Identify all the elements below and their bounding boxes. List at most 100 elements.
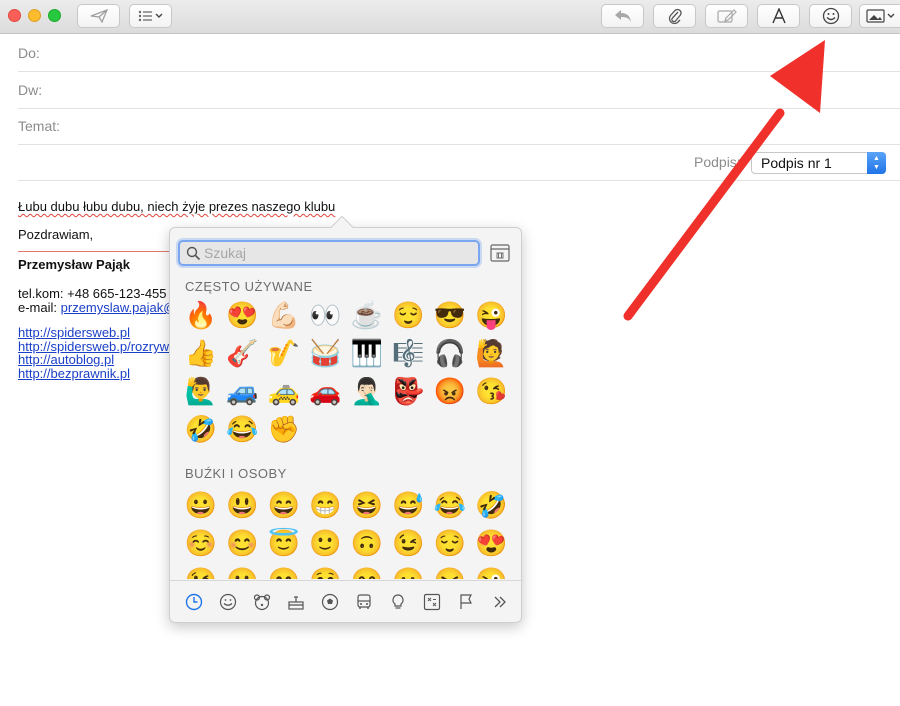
soccer-ball-icon [321, 593, 339, 611]
more-categories-button[interactable] [488, 590, 512, 614]
category-symbols[interactable] [420, 590, 444, 614]
people-emoji[interactable]: 😙 [263, 562, 305, 579]
people-emoji-grid: 😀😃😄😁😆😅😂🤣 ☺️😊😇🙂🙃😉😌😍 😘😗😙😚😋😛😝😜 [180, 486, 512, 579]
frequent-emoji[interactable]: 🔥 [180, 296, 222, 334]
frequent-emoji[interactable]: ☕ [346, 296, 388, 334]
photo-icon [866, 9, 895, 23]
markup-button[interactable] [705, 4, 748, 28]
emoji-button[interactable] [809, 4, 852, 28]
font-button[interactable] [757, 4, 800, 28]
close-window-button[interactable] [8, 9, 21, 22]
reply-button[interactable] [601, 4, 644, 28]
frequent-emoji[interactable]: 🙋 [471, 334, 513, 372]
category-recent[interactable] [182, 590, 206, 614]
people-emoji[interactable]: 😌 [429, 524, 471, 562]
zoom-window-button[interactable] [48, 9, 61, 22]
people-emoji[interactable]: 😍 [471, 524, 513, 562]
frequent-emoji[interactable]: 🚗 [305, 372, 347, 410]
category-activity[interactable] [318, 590, 342, 614]
people-emoji[interactable]: 😗 [222, 562, 264, 579]
frequent-emoji[interactable]: 🤣 [180, 410, 222, 448]
paper-plane-icon [90, 9, 108, 23]
email-link[interactable]: przemyslaw.pajak@g [61, 300, 184, 315]
category-smileys[interactable] [216, 590, 240, 614]
character-viewer-icon[interactable] [490, 244, 510, 262]
body-text-line[interactable]: Łubu dubu łubu dubu, niech żyje prezes n… [18, 199, 335, 214]
phone-text: tel.kom: +48 665-123-455 [18, 286, 167, 301]
cake-icon [288, 596, 304, 610]
emoji-search-input[interactable] [204, 244, 474, 262]
frequent-emoji[interactable]: 🎹 [346, 334, 388, 372]
markup-pen-icon [716, 9, 737, 23]
frequent-emoji[interactable]: 👀 [305, 296, 347, 334]
frequent-emoji[interactable]: 💪🏻 [263, 296, 305, 334]
frequent-emoji[interactable]: 🤦🏻‍♂️ [346, 372, 388, 410]
people-emoji[interactable]: 😉 [388, 524, 430, 562]
frequent-emoji[interactable]: 😍 [222, 296, 264, 334]
frequent-emoji-grid: 🔥 😍 💪🏻 👀 ☕ 😌 😎 😜 👍 🎸 🎷 🥁 🎹 🎼 🎧 🙋 🙋‍♂️ 🚙 🚕 🚗 🤦🏻‍♂️ 👺 😡 😘 🤣 😂 ✊ [180, 296, 512, 448]
people-emoji[interactable]: 😆 [346, 486, 388, 524]
link-spidersweb[interactable]: http://spidersweb.pl [18, 325, 130, 340]
frequent-emoji[interactable]: 🎷 [263, 334, 305, 372]
people-emoji[interactable]: 😃 [222, 486, 264, 524]
people-emoji[interactable]: ☺️ [180, 524, 222, 562]
frequent-emoji[interactable]: 🚙 [222, 372, 264, 410]
link-autoblog[interactable]: http://autoblog.pl [18, 352, 114, 367]
minimize-window-button[interactable] [28, 9, 41, 22]
frequent-emoji[interactable]: 👍 [180, 334, 222, 372]
frequent-emoji[interactable]: 😜 [471, 296, 513, 334]
frequent-emoji[interactable]: 👺 [388, 372, 430, 410]
lightbulb-icon [392, 594, 404, 609]
frequent-emoji[interactable]: 😎 [429, 296, 471, 334]
people-emoji[interactable]: 😁 [305, 486, 347, 524]
double-chevron-right-icon [494, 596, 506, 608]
people-emoji[interactable]: 😅 [388, 486, 430, 524]
people-emoji[interactable]: 😝 [429, 562, 471, 579]
people-emoji[interactable]: 😄 [263, 486, 305, 524]
sender-name: Przemysław Pająk [18, 257, 131, 272]
people-emoji[interactable]: 😀 [180, 486, 222, 524]
send-button[interactable] [77, 4, 120, 28]
frequent-emoji[interactable]: ✊ [263, 410, 305, 448]
category-food[interactable] [284, 590, 308, 614]
frequent-emoji[interactable]: 😂 [222, 410, 264, 448]
people-emoji[interactable]: 🙂 [305, 524, 347, 562]
people-emoji[interactable]: 😊 [222, 524, 264, 562]
category-flags[interactable] [454, 590, 478, 614]
paperclip-icon [668, 8, 682, 25]
frequent-emoji[interactable]: 😡 [429, 372, 471, 410]
frequent-emoji[interactable]: 😘 [471, 372, 513, 410]
people-emoji[interactable]: 😛 [388, 562, 430, 579]
frequent-emoji[interactable]: 🎧 [429, 334, 471, 372]
frequent-emoji[interactable]: 🎼 [388, 334, 430, 372]
people-emoji[interactable]: 😋 [346, 562, 388, 579]
frequent-emoji[interactable]: 🙋‍♂️ [180, 372, 222, 410]
photo-browser-button[interactable] [859, 4, 900, 28]
section-title-frequent: CZĘSTO UŻYWANE [185, 279, 313, 294]
people-emoji-scroll[interactable]: 😀😃😄😁😆😅😂🤣 ☺️😊😇🙂🙃😉😌😍 😘😗😙😚😋😛😝😜 [170, 486, 523, 579]
people-emoji[interactable]: 😜 [471, 562, 513, 579]
format-list-button[interactable] [129, 4, 172, 28]
greeting-text: Pozdrawiam, [18, 227, 94, 242]
smiley-icon [219, 593, 237, 611]
people-emoji[interactable]: 😇 [263, 524, 305, 562]
to-label: Do: [18, 45, 40, 61]
people-emoji[interactable]: 😚 [305, 562, 347, 579]
bus-icon [357, 594, 371, 609]
attach-button[interactable] [653, 4, 696, 28]
frequent-emoji[interactable]: 😌 [388, 296, 430, 334]
people-emoji[interactable]: 😂 [429, 486, 471, 524]
frequent-emoji[interactable]: 🥁 [305, 334, 347, 372]
category-objects[interactable] [386, 590, 410, 614]
category-animals[interactable] [250, 590, 274, 614]
people-emoji[interactable]: 🤣 [471, 486, 513, 524]
flag-icon [460, 594, 472, 609]
list-icon [138, 10, 162, 22]
category-travel[interactable] [352, 590, 376, 614]
emoji-search-box[interactable] [178, 240, 480, 266]
frequent-emoji[interactable]: 🚕 [263, 372, 305, 410]
frequent-emoji[interactable]: 🎸 [222, 334, 264, 372]
people-emoji[interactable]: 😘 [180, 562, 222, 579]
people-emoji[interactable]: 🙃 [346, 524, 388, 562]
link-bezprawnik[interactable]: http://bezprawnik.pl [18, 366, 130, 381]
